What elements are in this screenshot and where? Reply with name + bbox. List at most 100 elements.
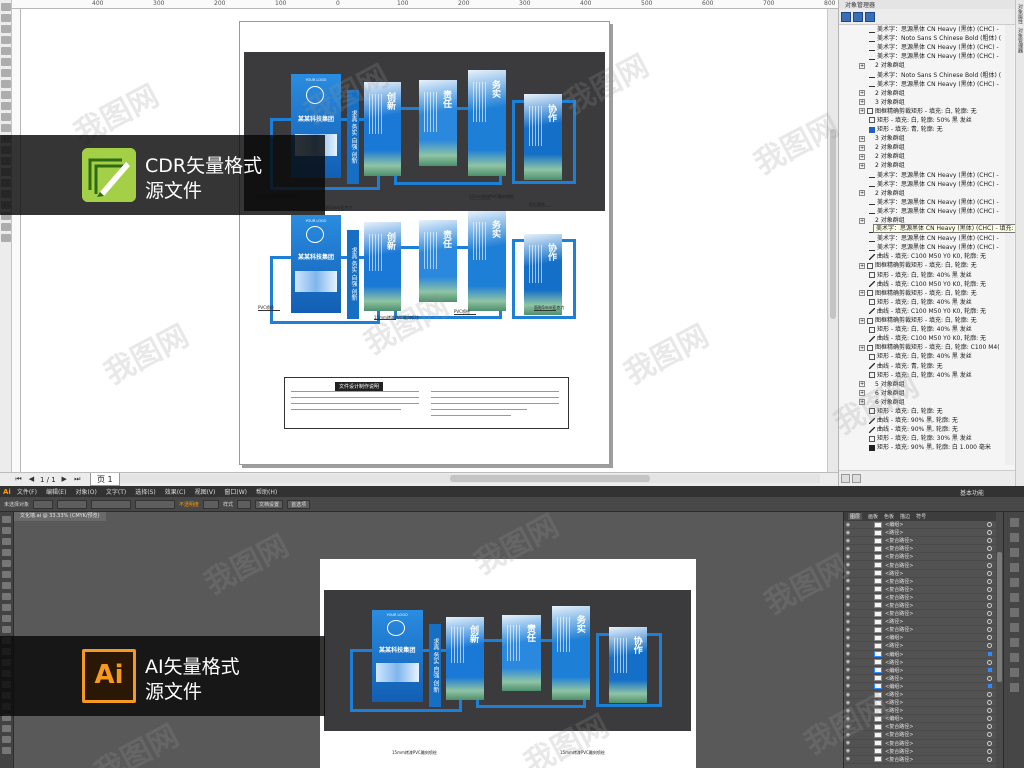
- menu-type[interactable]: 文字(T): [106, 487, 126, 496]
- layer-row[interactable]: ◉ <路径>: [844, 659, 996, 667]
- opacity-field[interactable]: [203, 499, 220, 509]
- visibility-eye-icon[interactable]: ◉: [844, 708, 852, 714]
- visibility-eye-icon[interactable]: ◉: [844, 732, 852, 738]
- expand-icon[interactable]: +: [859, 381, 865, 388]
- object-tree-row[interactable]: +2 对象群组: [841, 152, 1006, 161]
- layer-row[interactable]: ◉ <复合路径>: [844, 748, 996, 756]
- object-tree-row[interactable]: 矩形 - 填充: 90% 黑, 轮廓: 白 1.000 毫米: [841, 443, 1006, 452]
- ai-tool-icon[interactable]: [2, 626, 11, 633]
- visibility-eye-icon[interactable]: ◉: [844, 635, 852, 641]
- prev-page-icon[interactable]: ◀: [27, 475, 36, 484]
- ai-tool-icon[interactable]: [2, 538, 11, 545]
- visibility-eye-icon[interactable]: ◉: [844, 683, 852, 689]
- layer-row[interactable]: ◉ <编组>: [844, 651, 996, 659]
- visibility-eye-icon[interactable]: ◉: [844, 619, 852, 625]
- object-tree-row[interactable]: 矩形 - 填充: 白, 轮廓: 40% 黑 发丝: [841, 371, 1006, 380]
- object-tree-row[interactable]: 美术字：思源黑体 CN Heavy (黑体) (CHC) -: [841, 52, 1006, 61]
- layer-row[interactable]: ◉ <路径>: [844, 570, 996, 578]
- target-circle-icon[interactable]: [987, 732, 992, 738]
- layer-row[interactable]: ◉ <复合路径>: [844, 586, 996, 594]
- visibility-eye-icon[interactable]: ◉: [844, 643, 852, 649]
- layer-row[interactable]: ◉ <路径>: [844, 691, 996, 700]
- object-tree-row[interactable]: + 图框精确剪裁矩形 - 填充: 白, 轮廓: 无: [841, 261, 1006, 270]
- layer-row[interactable]: ◉ <编组>: [844, 715, 996, 724]
- layer-row[interactable]: ◉ <复合路径>: [844, 723, 996, 732]
- target-circle-icon[interactable]: [987, 643, 992, 649]
- layers-scrollbar[interactable]: [996, 512, 1003, 768]
- visibility-eye-icon[interactable]: ◉: [844, 611, 852, 617]
- layer-row[interactable]: ◉ <路径>: [844, 675, 996, 683]
- expand-icon[interactable]: +: [859, 144, 865, 151]
- visibility-eye-icon[interactable]: ◉: [844, 522, 852, 528]
- menu-object[interactable]: 对象(O): [75, 487, 96, 496]
- expand-icon[interactable]: +: [859, 99, 865, 106]
- scroll-thumb[interactable]: [997, 552, 1002, 682]
- object-tree-row[interactable]: 矩形 - 填充: 青, 轮廓: 无: [841, 125, 1006, 134]
- ai-tool-icon[interactable]: [2, 560, 11, 567]
- object-tree-row[interactable]: +2 对象群组: [841, 161, 1006, 170]
- visibility-eye-icon[interactable]: ◉: [844, 659, 852, 665]
- target-circle-icon[interactable]: [987, 724, 992, 730]
- target-circle-icon[interactable]: [987, 635, 992, 641]
- visibility-eye-icon[interactable]: ◉: [844, 530, 852, 536]
- scroll-thumb[interactable]: [830, 129, 836, 319]
- ai-tool-icon[interactable]: [2, 549, 11, 556]
- target-circle-icon[interactable]: [987, 675, 992, 681]
- target-circle-icon[interactable]: [987, 659, 992, 665]
- menu-select[interactable]: 选择(S): [135, 487, 156, 496]
- tab-stroke[interactable]: 描边: [900, 513, 910, 520]
- selection-square-icon[interactable]: [988, 668, 992, 673]
- layer-row[interactable]: ◉ <路径>: [844, 529, 996, 538]
- layer-row[interactable]: ◉ <编组>: [844, 521, 996, 530]
- layer-row[interactable]: ◉ <复合路径>: [844, 756, 996, 764]
- target-circle-icon[interactable]: [987, 740, 992, 746]
- object-tree-row[interactable]: 美术字：思源黑体 CN Heavy (黑体) (CHC) -: [841, 25, 1006, 34]
- object-tree-row[interactable]: 美术字：思源黑体 CN Heavy (黑体) (CHC) -: [841, 234, 1006, 243]
- expand-icon[interactable]: +: [859, 217, 865, 224]
- object-tree-row[interactable]: 矩形 - 填充: 白, 轮廓: 40% 黑 发丝: [841, 298, 1006, 307]
- visibility-eye-icon[interactable]: ◉: [844, 700, 852, 706]
- visibility-eye-icon[interactable]: ◉: [844, 692, 852, 698]
- dock-panel-icon[interactable]: [1010, 518, 1019, 527]
- layer-row[interactable]: ◉ <复合路径>: [844, 731, 996, 740]
- layer-row[interactable]: ◉ <编组>: [844, 667, 996, 675]
- object-tree-row[interactable]: 曲线 - 填充: C100 M50 Y0 K0, 轮廓: 无: [841, 280, 1006, 289]
- object-tree-row[interactable]: + 图框精确剪裁矩形 - 填充: 白, 轮廓: C100 M4(: [841, 343, 1006, 352]
- layer-row[interactable]: ◉ <路径>: [844, 642, 996, 651]
- expand-icon[interactable]: +: [859, 317, 865, 324]
- layer-row[interactable]: ◉ <复合路径>: [844, 553, 996, 562]
- dock-panel-icon[interactable]: [1010, 608, 1019, 617]
- document-setup-button[interactable]: 文档设置: [255, 499, 284, 509]
- visibility-eye-icon[interactable]: ◉: [844, 594, 852, 600]
- visibility-eye-icon[interactable]: ◉: [844, 651, 852, 657]
- ai-artboard[interactable]: YOUR LOGO 某某科技集团 求真 务实 自强 创新 创新 责任 务实 协作 15mm烤…: [320, 559, 696, 768]
- fill-swatch[interactable]: [33, 499, 54, 509]
- expand-icon[interactable]: +: [859, 262, 865, 269]
- visibility-eye-icon[interactable]: ◉: [844, 570, 852, 576]
- dock-panel-icon[interactable]: [1010, 563, 1019, 572]
- stroke-weight-field[interactable]: [57, 499, 88, 509]
- target-circle-icon[interactable]: [987, 530, 992, 536]
- expand-icon[interactable]: +: [859, 390, 865, 397]
- expand-icon[interactable]: +: [859, 90, 865, 97]
- ai-tool-icon[interactable]: [2, 582, 11, 589]
- target-circle-icon[interactable]: [987, 692, 992, 698]
- ai-tool-icon[interactable]: [2, 527, 11, 534]
- side-tab-properties[interactable]: 对象属性: [1017, 4, 1024, 24]
- layer-row[interactable]: ◉ <编组>: [844, 634, 996, 643]
- visibility-eye-icon[interactable]: ◉: [844, 562, 852, 568]
- cdr-tool-icon[interactable]: [1, 113, 11, 121]
- layer-row[interactable]: ◉ <复合路径>: [844, 602, 996, 611]
- scroll-thumb[interactable]: [450, 475, 650, 482]
- expand-icon[interactable]: +: [859, 108, 865, 115]
- cdr-tool-icon[interactable]: [1, 36, 11, 44]
- target-circle-icon[interactable]: [987, 554, 992, 560]
- visibility-eye-icon[interactable]: ◉: [844, 538, 852, 544]
- target-circle-icon[interactable]: [987, 611, 992, 617]
- next-page-icon[interactable]: ▶: [60, 475, 69, 484]
- cdr-tool-icon[interactable]: [1, 3, 11, 11]
- expand-icon[interactable]: +: [859, 153, 865, 160]
- cdr-vertical-scrollbar[interactable]: [827, 9, 838, 472]
- selection-square-icon[interactable]: [988, 652, 992, 657]
- expand-icon[interactable]: +: [859, 62, 865, 69]
